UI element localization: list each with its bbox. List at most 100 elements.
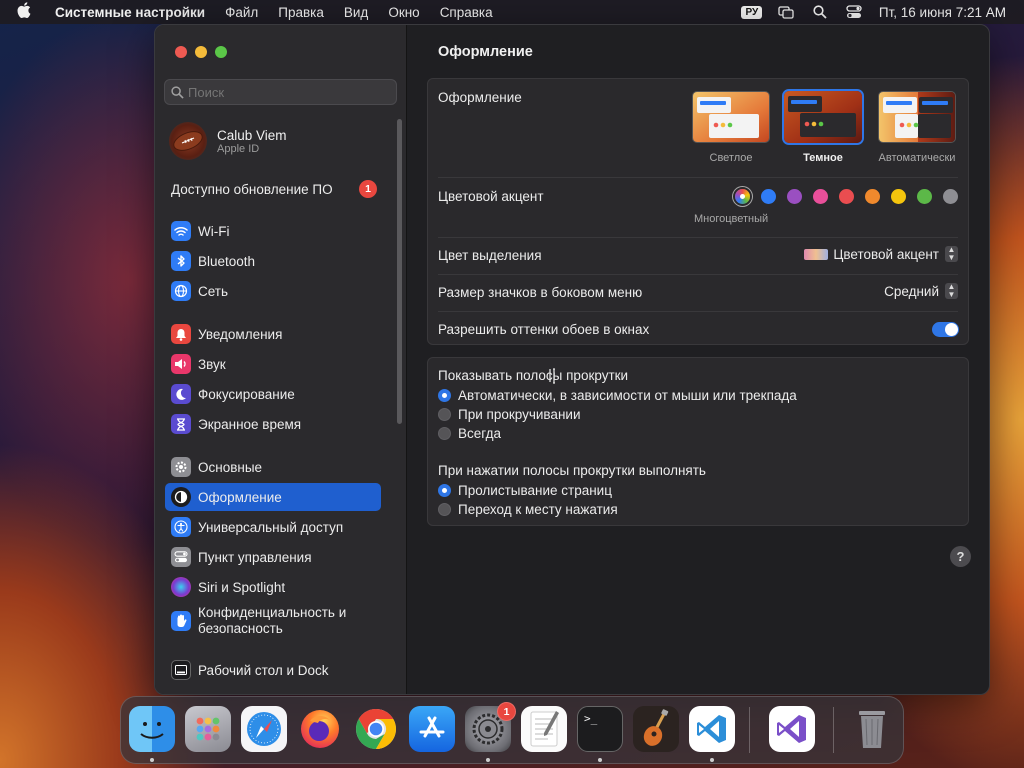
search-icon: [171, 85, 184, 99]
sidebar-item-label: Звук: [198, 356, 226, 372]
radio-label: Автоматически, в зависимости от мыши или…: [458, 388, 797, 403]
sidebar-item-label: Уведомления: [198, 326, 283, 342]
sidebar-item-network[interactable]: Сеть: [165, 277, 381, 305]
menu-edit[interactable]: Правка: [268, 5, 334, 20]
speaker-icon: [171, 354, 191, 374]
control-center-icon[interactable]: [837, 0, 871, 24]
appearance-option-dark-label: Темное: [803, 152, 843, 164]
running-indicator: [486, 758, 490, 762]
apple-logo-icon[interactable]: [0, 2, 45, 22]
screen-mirroring-icon[interactable]: [769, 0, 803, 24]
appearance-option-auto[interactable]: [878, 91, 956, 143]
appearance-option-dark[interactable]: [782, 89, 864, 145]
sidebar-item-siri-spotlight[interactable]: Siri и Spotlight: [165, 573, 381, 601]
apple-id-account[interactable]: Calub Viem Apple ID: [169, 121, 399, 161]
help-button[interactable]: ?: [950, 546, 971, 567]
mouse-cursor-icon: [549, 368, 555, 384]
search-field[interactable]: [164, 79, 397, 105]
radio-scroll-auto[interactable]: Автоматически, в зависимости от мыши или…: [438, 388, 797, 403]
menu-window[interactable]: Окно: [378, 5, 429, 20]
accent-blue-swatch[interactable]: [761, 189, 776, 204]
firefox-icon[interactable]: [297, 706, 343, 752]
minimize-window-button[interactable]: [195, 46, 207, 58]
terminal-prompt: >_: [584, 712, 598, 725]
accent-multicolor-swatch[interactable]: [735, 189, 750, 204]
close-window-button[interactable]: [175, 46, 187, 58]
sidebar-item-sound[interactable]: Звук: [165, 350, 381, 378]
account-name: Calub Viem: [217, 127, 287, 143]
radio-label: При прокручивании: [458, 407, 581, 422]
trash-icon[interactable]: [849, 706, 895, 752]
dock: 1 >_: [120, 696, 904, 764]
safari-icon[interactable]: [241, 706, 287, 752]
app-store-icon[interactable]: [409, 706, 455, 752]
zoom-window-button[interactable]: [215, 46, 227, 58]
bluetooth-icon: [171, 251, 191, 271]
finder-icon[interactable]: [129, 706, 175, 752]
accent-purple-swatch[interactable]: [787, 189, 802, 204]
system-settings-window: Calub Viem Apple ID Доступно обновление …: [154, 24, 990, 695]
radio-click-jump-spot[interactable]: Переход к месту нажатия: [438, 502, 618, 517]
siri-icon: [171, 577, 191, 597]
search-icon[interactable]: [803, 0, 837, 24]
wallpaper-tint-toggle[interactable]: [932, 322, 959, 337]
sidebar-item-label: Фокусирование: [198, 386, 295, 402]
radio-scroll-always[interactable]: Всегда: [438, 426, 501, 441]
sidebar-item-label: Основные: [198, 459, 263, 475]
accent-yellow-swatch[interactable]: [891, 189, 906, 204]
sidebar-icon-size-popup[interactable]: Средний ▲ ▼: [884, 283, 958, 299]
guitar-icon[interactable]: [633, 706, 679, 752]
accent-red-swatch[interactable]: [839, 189, 854, 204]
radio-button: [438, 408, 451, 421]
menu-bar: Системные настройки Файл Правка Вид Окно…: [0, 0, 1024, 24]
avatar: [169, 122, 207, 160]
radio-click-next-page[interactable]: Пролистывание страниц: [438, 483, 612, 498]
divider: [438, 311, 958, 312]
sidebar-item-appearance[interactable]: Оформление: [165, 483, 381, 511]
radio-button: [438, 484, 451, 497]
appearance-option-light[interactable]: [692, 91, 770, 143]
radio-scroll-when-scrolling[interactable]: При прокручивании: [438, 407, 580, 422]
bell-icon: [171, 324, 191, 344]
terminal-icon[interactable]: >_: [577, 706, 623, 752]
sidebar-item-screen-time[interactable]: Экранное время: [165, 410, 381, 438]
highlight-color-value: Цветовой акцент: [833, 246, 939, 262]
accessibility-icon: [171, 517, 191, 537]
sidebar-item-privacy-security[interactable]: Конфиденциальность и безопасность: [165, 603, 381, 639]
menu-file[interactable]: Файл: [215, 5, 268, 20]
accent-orange-swatch[interactable]: [865, 189, 880, 204]
textedit-icon[interactable]: [521, 706, 567, 752]
moon-icon: [171, 384, 191, 404]
highlight-color-popup[interactable]: Цветовой акцент ▲ ▼: [804, 246, 958, 262]
visual-studio-icon[interactable]: [769, 706, 815, 752]
sidebar-item-focus[interactable]: Фокусирование: [165, 380, 381, 408]
accent-pink-swatch[interactable]: [813, 189, 828, 204]
dock-separator: [833, 707, 834, 753]
accent-color-label: Цветовой акцент: [438, 189, 544, 204]
settings-content: Оформление Оформление Светлое Темное Авт…: [407, 25, 989, 694]
app-menu[interactable]: Системные настройки: [45, 5, 215, 20]
wallpaper-tint-label: Разрешить оттенки обоев в окнах: [438, 322, 650, 337]
vscode-icon[interactable]: [689, 706, 735, 752]
sidebar-item-bluetooth[interactable]: Bluetooth: [165, 247, 381, 275]
sidebar-item-general[interactable]: Основные: [165, 453, 381, 481]
accent-graphite-swatch[interactable]: [943, 189, 958, 204]
sidebar-item-control-center[interactable]: Пункт управления: [165, 543, 381, 571]
input-source-menu[interactable]: РУ: [735, 0, 769, 24]
radio-label: Переход к месту нажатия: [458, 502, 618, 517]
menu-help[interactable]: Справка: [430, 5, 503, 20]
gear-icon: [171, 457, 191, 477]
menu-view[interactable]: Вид: [334, 5, 378, 20]
sidebar-scrollbar[interactable]: [397, 119, 402, 424]
search-input[interactable]: [188, 84, 388, 100]
software-update-item[interactable]: Доступно обновление ПО 1: [171, 179, 397, 199]
sidebar-item-accessibility[interactable]: Универсальный доступ: [165, 513, 381, 541]
menubar-clock[interactable]: Пт, 16 июня 7:21 AM: [871, 5, 1024, 20]
sidebar-item-desktop-dock[interactable]: Рабочий стол и Dock: [165, 656, 381, 684]
sidebar-item-wifi[interactable]: Wi-Fi: [165, 217, 381, 245]
launchpad-icon[interactable]: [185, 706, 231, 752]
accent-green-swatch[interactable]: [917, 189, 932, 204]
sidebar-item-notifications[interactable]: Уведомления: [165, 320, 381, 348]
chrome-icon[interactable]: [353, 706, 399, 752]
running-indicator: [598, 758, 602, 762]
